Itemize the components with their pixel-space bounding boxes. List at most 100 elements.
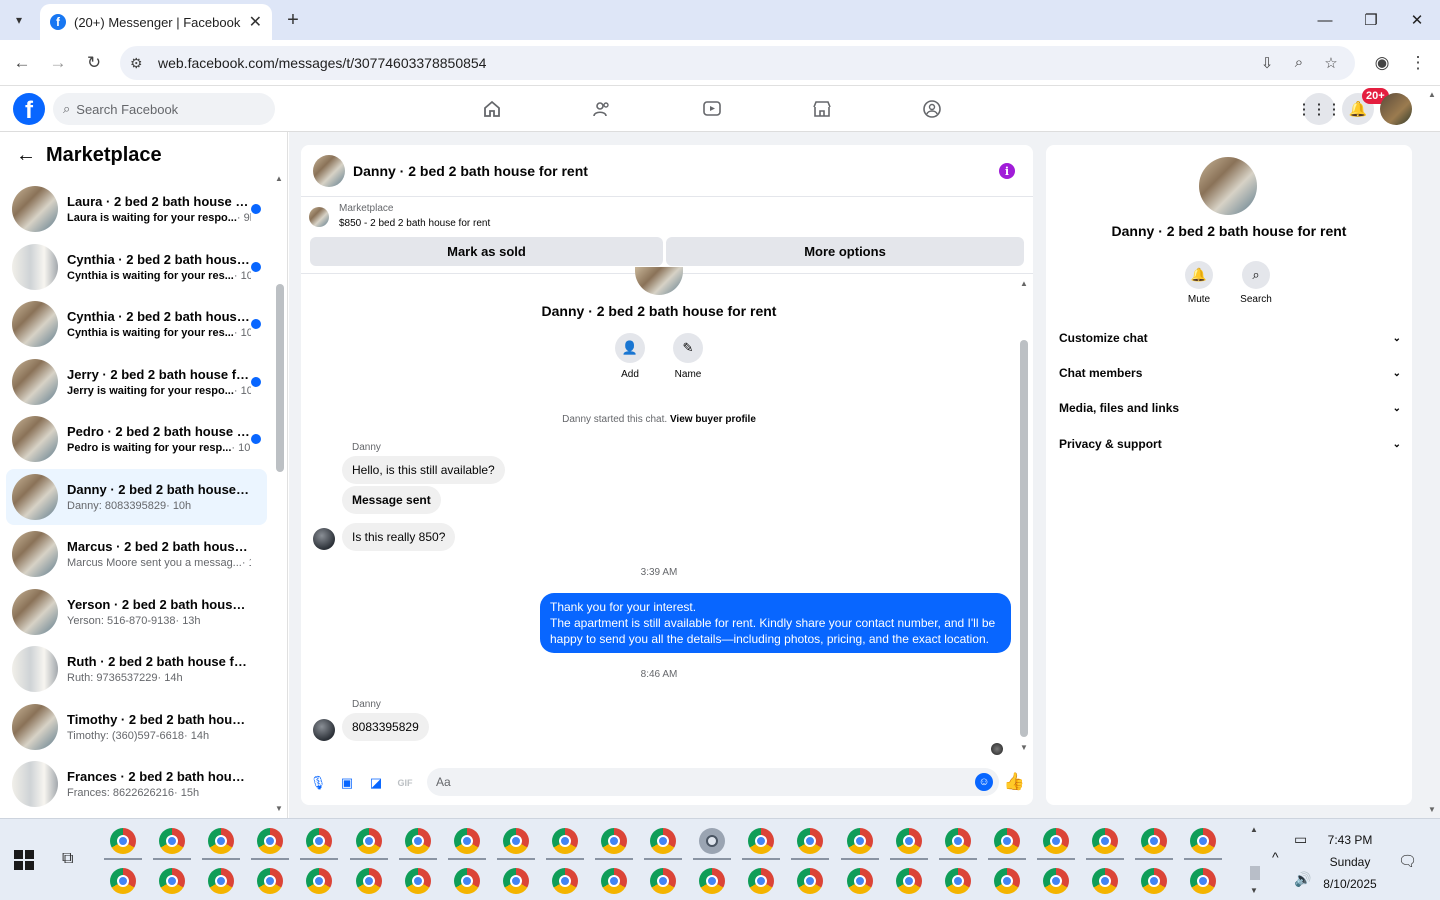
- chat-header-thumbnail[interactable]: [313, 154, 345, 187]
- chrome-window-icon[interactable]: [944, 828, 971, 854]
- back-arrow-icon[interactable]: ←: [16, 144, 36, 167]
- chrome-window-icon[interactable]: [650, 828, 677, 854]
- chrome-window-icon[interactable]: [699, 868, 726, 894]
- marketplace-icon[interactable]: [811, 98, 833, 120]
- chrome-window-icon[interactable]: [1141, 868, 1168, 894]
- incoming-message[interactable]: Hello, is this still available?: [342, 456, 505, 484]
- facebook-search-input[interactable]: ⌕ Search Facebook: [53, 93, 275, 125]
- chrome-window-icon[interactable]: [453, 828, 480, 854]
- address-bar[interactable]: ⚙ web.facebook.com/messages/t/3077460337…: [120, 46, 1355, 80]
- app-window-icon[interactable]: [699, 828, 726, 854]
- thumbs-up-icon[interactable]: 👍: [1004, 772, 1025, 792]
- message-input[interactable]: Aa: [427, 768, 999, 796]
- conversation-item[interactable]: Cynthia · 2 bed 2 bath house f... Cynthia…: [6, 296, 267, 352]
- facebook-logo-icon[interactable]: f: [13, 93, 45, 125]
- chrome-window-icon[interactable]: [404, 828, 431, 854]
- maximize-button[interactable]: ❐: [1348, 0, 1394, 40]
- network-icon[interactable]: ▭: [1294, 831, 1307, 848]
- volume-icon[interactable]: 🔊: [1294, 871, 1311, 888]
- new-tab-button[interactable]: +: [280, 7, 306, 33]
- video-icon[interactable]: [701, 98, 723, 120]
- info-icon[interactable]: i: [999, 163, 1015, 179]
- chrome-window-icon[interactable]: [1190, 828, 1217, 854]
- sticker-icon[interactable]: ◪: [368, 775, 384, 791]
- chat-scrollbar[interactable]: [1020, 340, 1028, 737]
- chat-scroll-down[interactable]: ▼: [1020, 743, 1028, 752]
- chrome-window-icon[interactable]: [551, 828, 578, 854]
- chrome-window-icon[interactable]: [1042, 868, 1069, 894]
- conversation-item[interactable]: Jerry · 2 bed 2 bath house for ... Jerry …: [6, 354, 267, 410]
- chrome-window-icon[interactable]: [797, 828, 824, 854]
- conversation-item[interactable]: Marcus · 2 bed 2 bath house for... Marcus…: [6, 526, 267, 582]
- more-options-button[interactable]: More options: [666, 237, 1024, 266]
- conversation-item[interactable]: Timothy · 2 bed 2 bath house f... Timothy…: [6, 699, 267, 755]
- conversation-item[interactable]: Yerson · 2 bed 2 bath house for ... Yerso…: [6, 584, 267, 640]
- conversation-item[interactable]: Danny · 2 bed 2 bath house for ... Danny:…: [6, 468, 267, 525]
- chrome-window-icon[interactable]: [355, 868, 382, 894]
- conversation-item[interactable]: Pedro · 2 bed 2 bath house fo... Pedro is…: [6, 411, 267, 467]
- site-info-icon[interactable]: ⚙: [130, 55, 150, 72]
- chrome-window-icon[interactable]: [601, 828, 627, 854]
- back-button[interactable]: ←: [9, 50, 35, 76]
- chrome-menu-icon[interactable]: ⋮: [1405, 50, 1431, 76]
- chrome-window-icon[interactable]: [846, 868, 873, 894]
- chrome-window-icon[interactable]: [748, 828, 775, 854]
- profile-icon[interactable]: ◉: [1369, 50, 1395, 76]
- chrome-window-icon[interactable]: [748, 868, 775, 894]
- task-view-icon[interactable]: ⧉: [62, 850, 82, 870]
- account-avatar[interactable]: [1380, 93, 1412, 125]
- reload-button[interactable]: ↻: [81, 50, 107, 76]
- groups-icon[interactable]: [921, 98, 943, 120]
- media-files-links-row[interactable]: Media, files and links ⌄: [1059, 398, 1401, 418]
- install-app-icon[interactable]: ⇩: [1256, 54, 1278, 72]
- menu-grid-icon[interactable]: ⋮⋮⋮: [1297, 93, 1342, 125]
- chat-header-title[interactable]: Danny · 2 bed 2 bath house for rent: [353, 163, 588, 179]
- chat-scroll-up[interactable]: ▲: [1020, 279, 1028, 288]
- conversation-item[interactable]: Ruth · 2 bed 2 bath house for re... Ruth:…: [6, 641, 267, 697]
- chrome-window-icon[interactable]: [895, 868, 922, 894]
- incoming-message[interactable]: Is this really 850?: [342, 523, 456, 551]
- conversation-item[interactable]: Frances · 2 bed 2 bath house fo... France…: [6, 756, 267, 812]
- chrome-window-icon[interactable]: [257, 828, 284, 854]
- forward-button[interactable]: →: [45, 50, 71, 76]
- chrome-window-icon[interactable]: [502, 828, 529, 854]
- sidebar-scroll-down[interactable]: ▼: [275, 804, 283, 813]
- incoming-message[interactable]: Message sent: [342, 486, 441, 514]
- chat-members-row[interactable]: Chat members ⌄: [1059, 363, 1401, 383]
- notification-center-icon[interactable]: 🗨: [1398, 852, 1417, 870]
- taskbar-scroll[interactable]: ▲ ▼: [1250, 825, 1260, 897]
- chrome-window-icon[interactable]: [650, 868, 677, 894]
- photo-icon[interactable]: ▣: [339, 775, 355, 791]
- sidebar-scrollbar[interactable]: [276, 284, 284, 472]
- mark-as-sold-button[interactable]: Mark as sold: [310, 237, 663, 266]
- chrome-window-icon[interactable]: [208, 828, 235, 854]
- chrome-window-icon[interactable]: [1190, 868, 1217, 894]
- chrome-window-icon[interactable]: [1141, 828, 1168, 854]
- emoji-icon[interactable]: ☺: [975, 773, 993, 791]
- chrome-window-icon[interactable]: [1092, 868, 1118, 894]
- chrome-window-icon[interactable]: [208, 868, 235, 894]
- tab-search-button[interactable]: ▾: [6, 8, 32, 32]
- chrome-window-icon[interactable]: [551, 868, 578, 894]
- chrome-window-icon[interactable]: [159, 828, 186, 854]
- show-hidden-icons[interactable]: ^: [1272, 849, 1279, 865]
- customize-chat-row[interactable]: Customize chat ⌄: [1059, 328, 1401, 348]
- chrome-window-icon[interactable]: [306, 828, 333, 854]
- microphone-icon[interactable]: 🎙: [310, 775, 327, 791]
- page-scroll-down-arrow[interactable]: ▼: [1428, 805, 1436, 814]
- taskbar-scroll-down[interactable]: ▼: [1250, 886, 1260, 895]
- bookmark-star-icon[interactable]: ☆: [1320, 54, 1342, 72]
- incoming-message[interactable]: 8083395829: [342, 713, 429, 741]
- chrome-window-icon[interactable]: [110, 828, 136, 854]
- chrome-window-icon[interactable]: [944, 868, 971, 894]
- info-thumbnail[interactable]: [1199, 157, 1257, 215]
- chrome-window-icon[interactable]: [1042, 828, 1069, 854]
- outgoing-message[interactable]: Thank you for your interest. The apartme…: [540, 593, 1011, 653]
- minimize-button[interactable]: —: [1302, 0, 1348, 40]
- zoom-icon[interactable]: ⌕: [1288, 54, 1310, 71]
- windows-start-icon[interactable]: [14, 850, 34, 870]
- edit-name-action[interactable]: ✎ Name: [668, 333, 708, 380]
- friends-icon[interactable]: [591, 98, 613, 120]
- taskbar-scroll-up[interactable]: ▲: [1250, 825, 1260, 834]
- window-close-button[interactable]: ✕: [1394, 0, 1440, 40]
